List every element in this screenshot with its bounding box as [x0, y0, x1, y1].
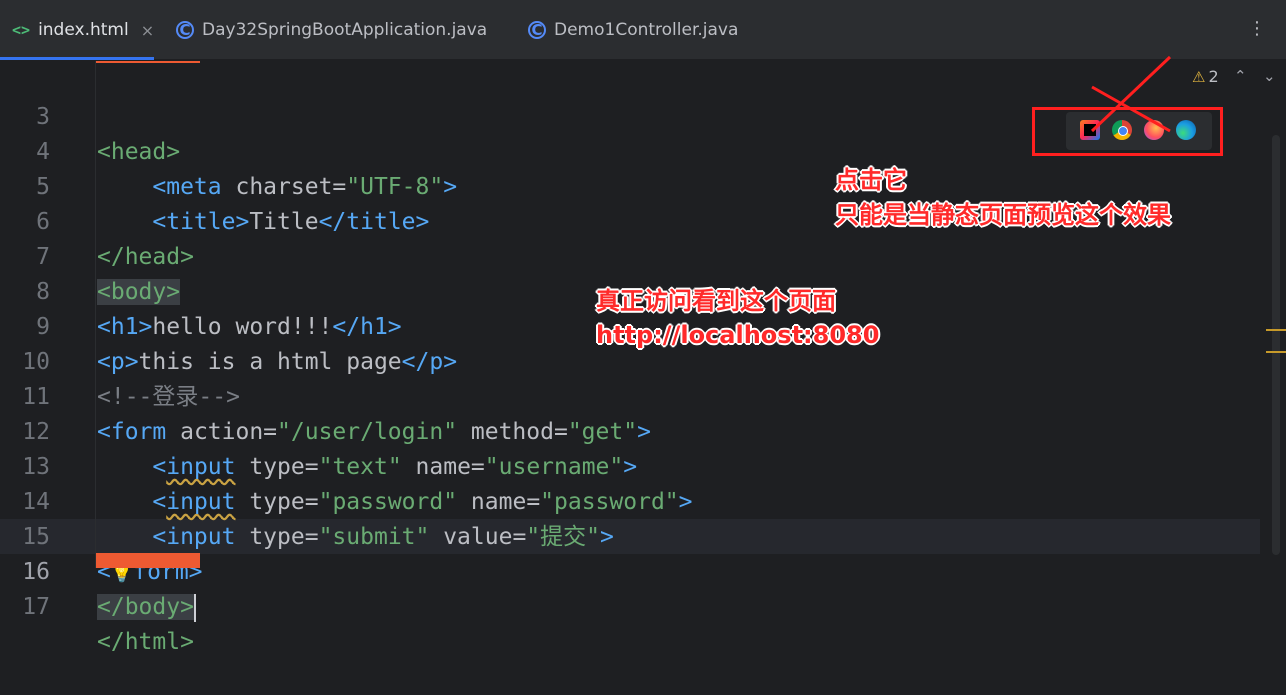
code-line[interactable]: 17 </html>: [0, 555, 1260, 655]
code-editor[interactable]: 3 <head> 4 <meta charset="UTF-8"> 5 <tit…: [0, 55, 1286, 655]
tab-label: Demo1Controller.java: [554, 20, 739, 40]
code-token: </body>: [97, 594, 194, 620]
chevron-up-icon[interactable]: ⌃: [1234, 67, 1247, 85]
html-icon: <>: [12, 21, 31, 39]
chevron-down-icon[interactable]: ⌄: [1263, 67, 1276, 85]
warning-count: 2: [1208, 67, 1219, 86]
annotation-arrow: [1090, 55, 1172, 133]
editor-tab-bar: <> index.html × C Day32SpringBootApplica…: [0, 0, 1286, 60]
scroll-warning-marker: [1266, 329, 1286, 331]
highlight-marker-top: [96, 61, 200, 63]
tab-index-html[interactable]: <> index.html ×: [0, 0, 155, 60]
active-tab-indicator: [0, 57, 155, 60]
code-token: </html>: [97, 629, 194, 655]
code-line[interactable]: 13 <input type="password" name="password…: [0, 415, 1260, 515]
line-number: 17: [22, 594, 50, 620]
annotation-url: http://localhost:8080: [596, 321, 880, 349]
scroll-warning-marker: [1266, 351, 1286, 353]
code-line[interactable]: 14 <input type="submit" value="提交">: [0, 450, 1260, 550]
close-icon[interactable]: ×: [141, 21, 154, 40]
vertical-scrollbar[interactable]: [1272, 135, 1280, 555]
tab-demo1controller[interactable]: C Demo1Controller.java: [528, 0, 738, 60]
java-class-icon: C: [528, 21, 546, 39]
tab-label: index.html: [38, 20, 129, 40]
code-line[interactable]: 12 <input type="text" name="username">: [0, 380, 1260, 480]
code-line-current[interactable]: 16 </body>: [0, 520, 1260, 622]
tab-label: Day32SpringBootApplication.java: [202, 20, 488, 40]
text-caret: [193, 593, 196, 622]
annotation-real-access: 真正访问看到这个页面: [596, 287, 836, 315]
code-line[interactable]: 15 <💡form>: [0, 485, 1260, 585]
annotation-click-it: 点击它: [835, 166, 907, 194]
annotation-static-preview: 只能是当静态页面预览这个效果: [835, 201, 1171, 229]
more-options-icon[interactable]: ⋮: [1248, 18, 1266, 39]
java-class-icon: C: [176, 21, 194, 39]
tab-day32springbootapplication[interactable]: C Day32SpringBootApplication.java: [176, 0, 487, 60]
code-line[interactable]: 8 <h1>hello word!!!</h1>: [0, 240, 1260, 340]
warning-icon: ⚠: [1192, 67, 1206, 86]
code-line[interactable]: 11 <form action="/user/login" method="ge…: [0, 345, 1260, 445]
inspection-widget[interactable]: ⚠ 2: [1192, 67, 1219, 86]
